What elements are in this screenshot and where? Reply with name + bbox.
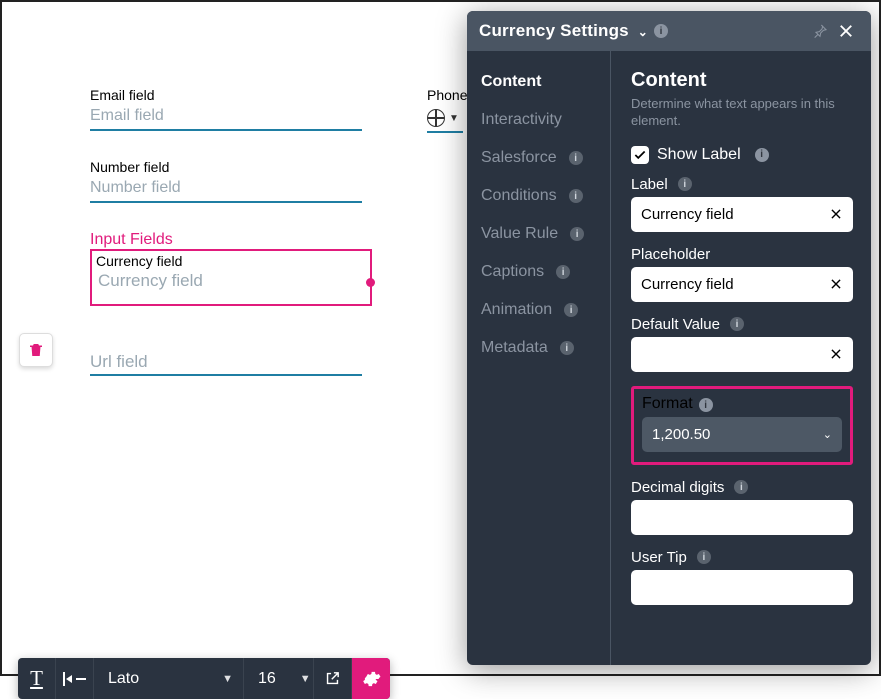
globe-icon	[427, 109, 445, 127]
font-size-value: 16	[258, 670, 276, 688]
url-input-underline	[90, 374, 362, 376]
checkbox-checked-icon	[631, 146, 649, 164]
delete-button[interactable]	[19, 333, 53, 367]
info-icon[interactable]: i	[654, 24, 668, 38]
text-icon: T	[30, 666, 43, 691]
tab-metadata[interactable]: Metadatai	[481, 339, 596, 357]
font-family-value: Lato	[108, 670, 139, 688]
chevron-down-icon: ⌄	[823, 428, 832, 441]
decimal-digits-input[interactable]	[631, 500, 853, 535]
info-icon[interactable]: i	[699, 398, 713, 412]
label-group: Labeli	[631, 176, 853, 232]
panel-body: Content Interactivity Salesforcei Condit…	[467, 51, 871, 665]
info-icon: i	[570, 227, 584, 241]
close-icon	[829, 277, 843, 291]
resize-handle[interactable]	[366, 278, 375, 287]
trash-icon	[27, 341, 45, 359]
panel-title[interactable]: Currency Settings ⌄	[479, 21, 648, 41]
placeholder-input[interactable]	[631, 267, 853, 302]
tab-content[interactable]: Content	[481, 73, 596, 91]
info-icon[interactable]: i	[730, 317, 744, 331]
number-field-input[interactable]	[90, 177, 362, 203]
clear-button[interactable]	[825, 203, 847, 225]
info-icon: i	[564, 303, 578, 317]
info-icon: i	[560, 341, 574, 355]
chevron-down-icon: ▼	[222, 673, 233, 685]
pin-button[interactable]	[807, 18, 833, 44]
email-field-input[interactable]	[90, 105, 362, 131]
info-icon[interactable]: i	[734, 480, 748, 494]
user-tip-title: User Tip	[631, 549, 687, 566]
info-icon[interactable]: i	[678, 177, 692, 191]
url-field-placeholder: Url field	[90, 352, 362, 372]
decimal-digits-title: Decimal digits	[631, 479, 724, 496]
tab-interactivity[interactable]: Interactivity	[481, 111, 596, 129]
settings-button[interactable]	[352, 658, 390, 699]
panel-title-text: Currency Settings	[479, 21, 629, 40]
info-icon[interactable]: i	[697, 550, 711, 564]
tab-content-panel: Content Determine what text appears in t…	[611, 51, 871, 665]
label-input[interactable]	[631, 197, 853, 232]
tab-conditions[interactable]: Conditionsi	[481, 187, 596, 205]
gear-icon	[361, 669, 381, 689]
tab-captions[interactable]: Captionsi	[481, 263, 596, 281]
user-tip-group: User Tip i	[631, 549, 853, 605]
label-title: Label	[631, 176, 668, 193]
url-field-group: Url field	[90, 352, 362, 376]
tab-salesforce[interactable]: Salesforcei	[481, 149, 596, 167]
chevron-down-icon: ▼	[300, 673, 311, 685]
popout-icon	[324, 670, 341, 687]
format-value: 1,200.50	[652, 426, 710, 443]
currency-field-input[interactable]	[96, 269, 366, 292]
content-heading: Content	[631, 69, 853, 92]
default-value-input[interactable]	[631, 337, 853, 372]
format-title: Format	[642, 395, 693, 412]
close-icon	[837, 22, 855, 40]
user-tip-input[interactable]	[631, 570, 853, 605]
tab-list: Content Interactivity Salesforcei Condit…	[467, 51, 611, 665]
close-icon	[829, 347, 843, 361]
clear-button[interactable]	[825, 343, 847, 365]
font-family-select[interactable]: Lato ▼	[94, 658, 244, 699]
show-label-checkbox[interactable]: Show Label i	[631, 146, 853, 164]
info-icon: i	[556, 265, 570, 279]
info-icon: i	[569, 189, 583, 203]
pin-icon	[812, 23, 828, 39]
phone-input-underline	[427, 131, 463, 133]
popout-button[interactable]	[314, 658, 352, 699]
currency-field-label: Currency field	[96, 253, 366, 269]
format-group-highlight: Formati 1,200.50 ⌄	[631, 386, 853, 465]
chevron-down-icon: ▼	[449, 113, 459, 124]
info-icon: i	[569, 151, 583, 165]
settings-panel: Currency Settings ⌄ i Content Interactiv…	[467, 11, 871, 665]
info-icon[interactable]: i	[755, 148, 769, 162]
content-description: Determine what text appears in this elem…	[631, 96, 853, 130]
chevron-down-icon: ⌄	[638, 25, 648, 39]
text-style-button[interactable]: T	[18, 658, 56, 699]
panel-header: Currency Settings ⌄ i	[467, 11, 871, 51]
format-select[interactable]: 1,200.50 ⌄	[642, 417, 842, 452]
indent-icon	[63, 672, 86, 686]
close-icon	[829, 207, 843, 221]
font-size-select[interactable]: 16 ▼	[244, 658, 314, 699]
placeholder-title: Placeholder	[631, 246, 710, 263]
tab-animation[interactable]: Animationi	[481, 301, 596, 319]
close-button[interactable]	[833, 18, 859, 44]
floating-toolbar: T Lato ▼ 16 ▼	[18, 658, 390, 699]
show-label-text: Show Label	[657, 146, 741, 164]
indent-button[interactable]	[56, 658, 94, 699]
default-value-title: Default Value	[631, 316, 720, 333]
placeholder-group: Placeholder	[631, 246, 853, 302]
currency-field-selected[interactable]: Currency field	[90, 249, 372, 306]
default-value-group: Default Value i	[631, 316, 853, 372]
clear-button[interactable]	[825, 273, 847, 295]
decimal-digits-group: Decimal digits i	[631, 479, 853, 535]
tab-value-rule[interactable]: Value Rulei	[481, 225, 596, 243]
